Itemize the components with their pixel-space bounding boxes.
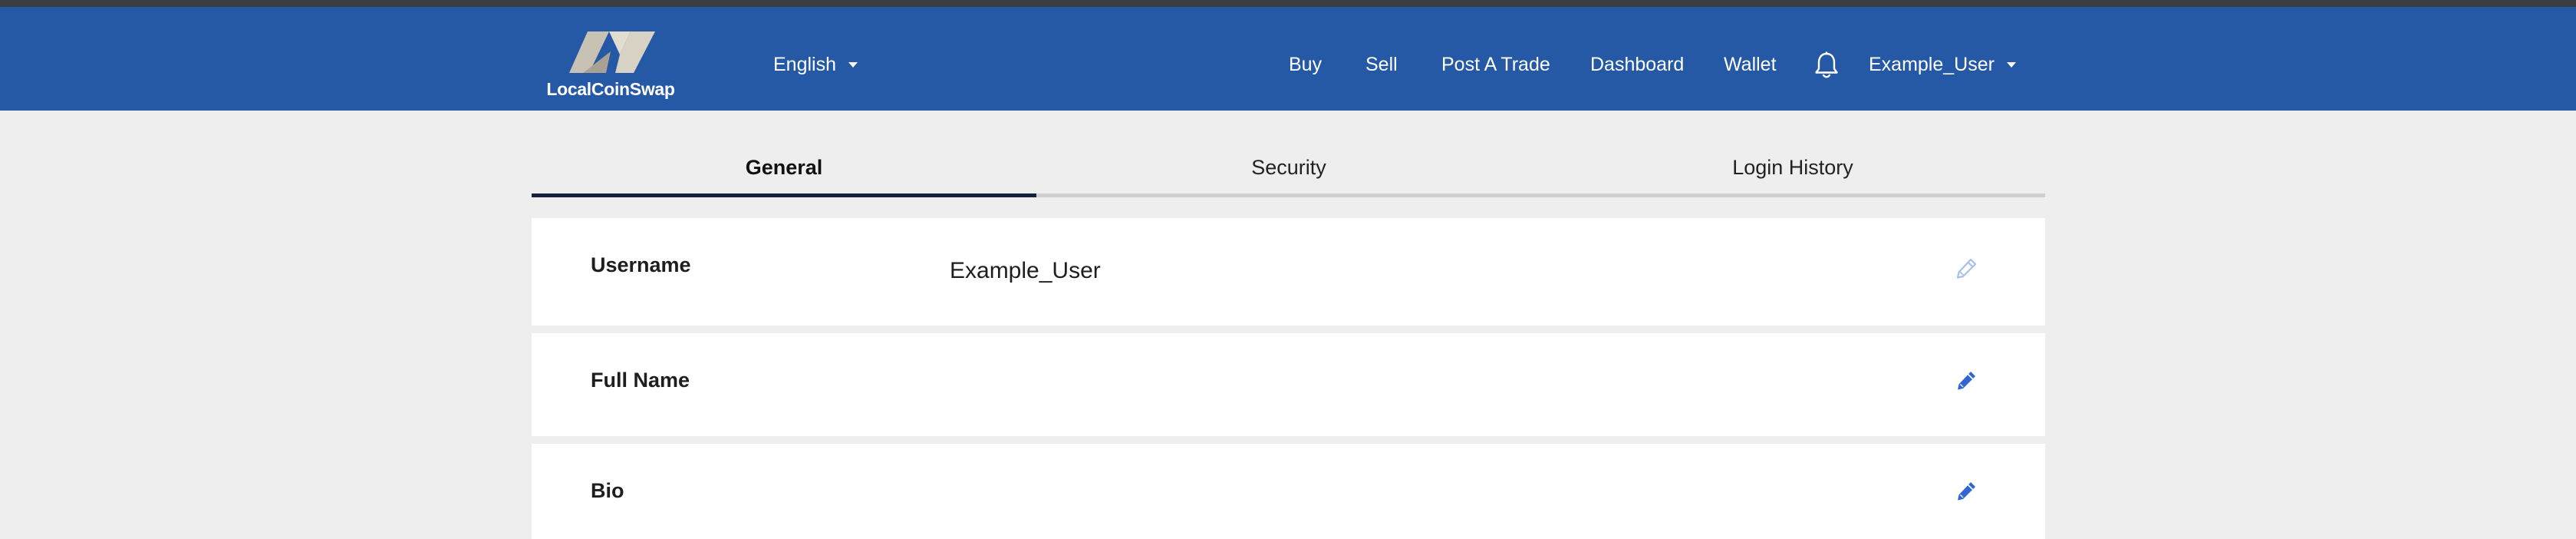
language-label: English — [773, 53, 836, 75]
pencil-icon[interactable] — [1955, 369, 1978, 392]
chevron-down-icon — [2006, 61, 2016, 68]
username-card: Username Example_User — [532, 218, 2045, 326]
browser-top-strip — [0, 0, 2576, 7]
tab-label: Login History — [1732, 156, 1853, 179]
pencil-icon — [1955, 257, 1978, 280]
full-name-label: Full Name — [591, 369, 690, 392]
user-menu[interactable]: Example_User — [1869, 49, 2016, 80]
brand-logo[interactable]: LocalCoinSwap — [542, 28, 680, 105]
brand-name: LocalCoinSwap — [546, 79, 675, 99]
full-name-card: Full Name — [532, 333, 2045, 436]
top-navbar: LocalCoinSwap English Buy Sell Post A Tr… — [0, 7, 2576, 111]
nav-wallet[interactable]: Wallet — [1724, 49, 1777, 80]
chevron-down-icon — [848, 61, 858, 68]
bio-card: Bio — [532, 444, 2045, 539]
tab-security[interactable]: Security — [1036, 142, 1541, 197]
tab-general[interactable]: General — [532, 142, 1036, 197]
settings-tabs: General Security Login History — [532, 142, 2045, 197]
tab-label: Security — [1251, 156, 1326, 179]
username-label: Username — [591, 253, 691, 276]
user-menu-label: Example_User — [1869, 53, 1995, 75]
pencil-icon[interactable] — [1955, 480, 1978, 503]
bell-icon[interactable] — [1813, 51, 1840, 80]
tab-label: General — [745, 156, 823, 179]
tab-login-history[interactable]: Login History — [1540, 142, 2045, 197]
nav-sell[interactable]: Sell — [1365, 49, 1398, 80]
bio-label: Bio — [591, 479, 624, 502]
nav-buy[interactable]: Buy — [1289, 49, 1322, 80]
nav-dashboard[interactable]: Dashboard — [1590, 49, 1684, 80]
nav-post-a-trade[interactable]: Post A Trade — [1441, 49, 1550, 80]
language-selector[interactable]: English — [773, 49, 858, 80]
logo-mark-icon — [569, 31, 655, 73]
username-value: Example_User — [950, 258, 1101, 283]
